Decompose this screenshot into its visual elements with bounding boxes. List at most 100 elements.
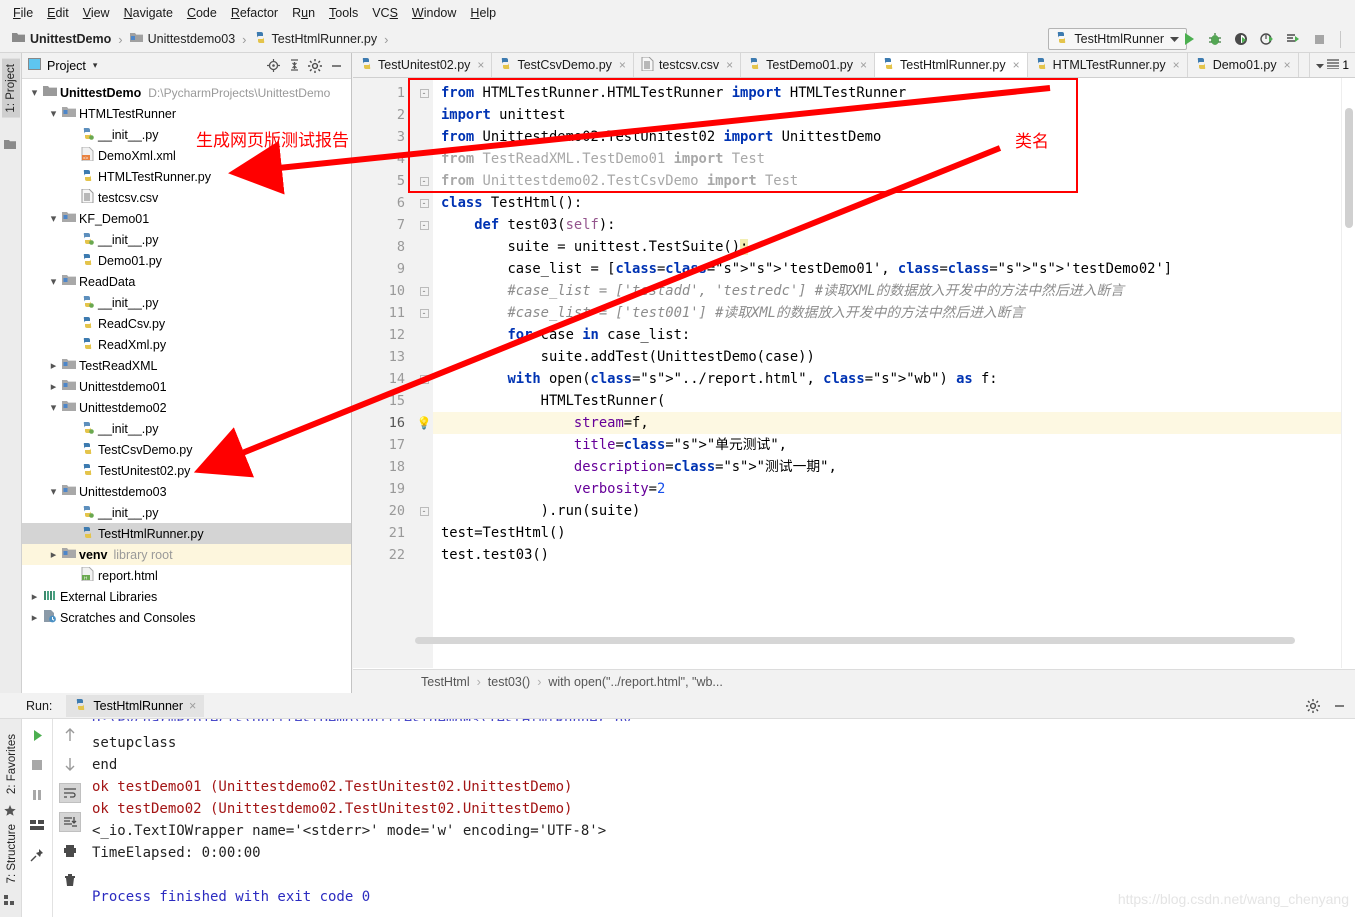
chevron-down-icon[interactable]: ▾ [28, 86, 41, 99]
hide-panel-icon[interactable] [327, 57, 345, 75]
code-line[interactable]: with open(class="s">"../report.html", cl… [433, 368, 1341, 390]
editor-tab-htmltestrunner-py[interactable]: HTMLTestRunner.py × [1027, 53, 1188, 77]
fold-marker[interactable]: - [415, 500, 433, 522]
code-line[interactable]: from TestReadXML.TestDemo01 import Test [433, 148, 1341, 170]
code-line[interactable]: verbosity=2 [433, 478, 1341, 500]
tab-list-icon[interactable] [1327, 58, 1340, 72]
chevron-right-icon[interactable]: ▸ [47, 359, 60, 372]
structure-strip-icon[interactable] [4, 139, 16, 153]
tree-node-init-py[interactable]: __init__.py [22, 229, 351, 250]
code-text[interactable]: from HTMLTestRunner.HTMLTestRunner impor… [433, 78, 1341, 668]
tree-node-unittestdemo02[interactable]: ▾ Unittestdemo02 [22, 397, 351, 418]
editor-tab-strip[interactable]: TestUnitest02.py × TestCsvDemo.py × testcsv.… [353, 53, 1355, 78]
close-icon[interactable]: × [477, 58, 484, 72]
tree-node-venv[interactable]: ▸ venv library root [22, 544, 351, 565]
menu-item-window[interactable]: Window [405, 3, 463, 23]
fold-marker[interactable]: - [415, 302, 433, 324]
tree-node-testcsvdemo-py[interactable]: TestCsvDemo.py [22, 439, 351, 460]
editor-vertical-scrollbar[interactable] [1343, 78, 1355, 668]
chevron-right-icon[interactable]: ▸ [47, 548, 60, 561]
tree-node-unittestdemo03[interactable]: ▾ Unittestdemo03 [22, 481, 351, 502]
chevron-down-icon[interactable]: ▾ [47, 275, 60, 288]
run-with-console-icon[interactable] [1284, 30, 1302, 48]
profile-icon[interactable] [1258, 30, 1276, 48]
menu-item-view[interactable]: View [76, 3, 117, 23]
code-line[interactable]: HTMLTestRunner( [433, 390, 1341, 412]
breadcrumb-project[interactable]: UnittestDemo [30, 32, 111, 46]
tree-node-unittestdemo01[interactable]: ▸ Unittestdemo01 [22, 376, 351, 397]
code-line[interactable]: case_list = [class=class="s">"s">'testDe… [433, 258, 1341, 280]
code-line[interactable]: ).run(suite) [433, 500, 1341, 522]
code-line[interactable]: #case_list = ['testadd', 'testredc'] #读取… [433, 280, 1341, 302]
editor-breadcrumb-method[interactable]: test03() [488, 675, 530, 689]
code-line[interactable]: #case_list = ['test001'] #读取XML的数据放入开发中的… [433, 302, 1341, 324]
sidebar-tab-project[interactable]: 1: Project [2, 59, 20, 118]
menu-item-help[interactable]: Help [463, 3, 503, 23]
tree-node-report-html[interactable]: Hreport.html [22, 565, 351, 586]
chevron-down-icon[interactable]: ▾ [47, 107, 60, 120]
chevron-down-icon[interactable] [1170, 32, 1179, 46]
close-icon[interactable]: × [1013, 58, 1020, 72]
settings-gear-icon[interactable] [1303, 698, 1323, 713]
close-icon[interactable]: × [619, 58, 626, 72]
chevron-down-icon[interactable]: ▾ [47, 485, 60, 498]
menu-item-code[interactable]: Code [180, 3, 224, 23]
editor-tab-testcsvdemo-py[interactable]: TestCsvDemo.py × [492, 53, 634, 77]
editor-tab-testhtmlrunner-py[interactable]: TestHtmlRunner.py × [875, 53, 1028, 77]
fold-marker[interactable]: - [415, 82, 433, 104]
fold-marker[interactable]: - [415, 368, 433, 390]
breadcrumb-package[interactable]: Unittestdemo03 [148, 32, 236, 46]
chevron-right-icon[interactable]: ▸ [28, 611, 41, 624]
menu-item-run[interactable]: Run [285, 3, 322, 23]
editor-tab-testdemo01-py[interactable]: TestDemo01.py × [741, 53, 876, 77]
debug-icon[interactable] [1206, 30, 1224, 48]
fold-marker[interactable]: - [415, 192, 433, 214]
menu-item-edit[interactable]: Edit [40, 3, 76, 23]
close-icon[interactable]: × [1284, 58, 1291, 72]
close-icon[interactable]: × [726, 58, 733, 72]
code-line[interactable]: from Unittestdemo02.TestCsvDemo import T… [433, 170, 1341, 192]
editor-horizontal-scrollbar[interactable] [415, 637, 1355, 644]
code-line[interactable]: test=TestHtml() [433, 522, 1341, 544]
intention-bulb-icon[interactable]: 💡 [417, 416, 432, 430]
sidebar-tab-structure[interactable]: 7: Structure [3, 819, 21, 888]
code-line[interactable]: from Unittestdemo02.TestUnitest02 import… [433, 126, 1341, 148]
code-line[interactable]: title=class="s">"单元测试", [433, 434, 1341, 456]
code-line[interactable]: test.test03() [433, 544, 1341, 566]
close-icon[interactable]: × [860, 58, 867, 72]
close-icon[interactable]: × [1173, 58, 1180, 72]
code-line[interactable]: description=class="s">"测试一期", [433, 456, 1341, 478]
sidebar-tab-favorites[interactable]: 2: Favorites [3, 729, 21, 799]
run-icon[interactable] [1180, 30, 1198, 48]
editor-breadcrumb-stmt[interactable]: with open("../report.html", "wb... [548, 675, 723, 689]
fold-marker[interactable]: - [415, 170, 433, 192]
menu-item-refactor[interactable]: Refactor [224, 3, 285, 23]
close-icon[interactable]: × [189, 699, 196, 713]
tree-node-testunitest02-py[interactable]: TestUnitest02.py [22, 460, 351, 481]
down-arrow-icon[interactable] [59, 754, 81, 774]
menu-item-file[interactable]: File [6, 3, 40, 23]
settings-gear-icon[interactable] [306, 57, 324, 75]
menu-item-navigate[interactable]: Navigate [117, 3, 180, 23]
coverage-icon[interactable] [1232, 30, 1250, 48]
project-tree[interactable]: ▾ UnittestDemo D:\PycharmProjects\Unittest… [22, 79, 351, 628]
layout-icon[interactable] [26, 815, 48, 835]
tree-node-testhtmlrunner-py[interactable]: TestHtmlRunner.py [22, 523, 351, 544]
editor-tab-demo01-py[interactable]: Demo01.py × [1187, 53, 1299, 77]
tree-node-readcsv-py[interactable]: ReadCsv.py [22, 313, 351, 334]
console-output[interactable]: D:\PycharmProjects\UnittestDemo\Unittest… [86, 719, 1355, 917]
tree-node-testcsv-csv[interactable]: testcsv.csv [22, 187, 351, 208]
pause-icon[interactable] [26, 785, 48, 805]
chevron-down-icon[interactable]: ▾ [47, 212, 60, 225]
tree-node-readdata[interactable]: ▾ ReadData [22, 271, 351, 292]
tree-node-scratches-and-consoles[interactable]: ▸ Scratches and Consoles [22, 607, 351, 628]
editor-tab-testcsv-csv[interactable]: testcsv.csv × [633, 53, 742, 77]
code-line[interactable]: stream=f, [433, 412, 1341, 434]
code-editor[interactable]: 1 2 3 4 5 6 7 8 9 10 11 12 13 14 15 16 17 18 19 20 21 22 ----… [353, 78, 1355, 668]
tree-node-htmltestrunner-py[interactable]: HTMLTestRunner.py [22, 166, 351, 187]
code-folding-gutter[interactable]: - - - - - - - 💡 - [415, 78, 433, 668]
tree-node-unittestdemo[interactable]: ▾ UnittestDemo D:\PycharmProjects\Unittest… [22, 82, 351, 103]
tree-node-demoxml-xml[interactable]: <> DemoXml.xml [22, 145, 351, 166]
hide-panel-icon[interactable] [1329, 699, 1349, 712]
tree-node-kf-demo01[interactable]: ▾ KF_Demo01 [22, 208, 351, 229]
